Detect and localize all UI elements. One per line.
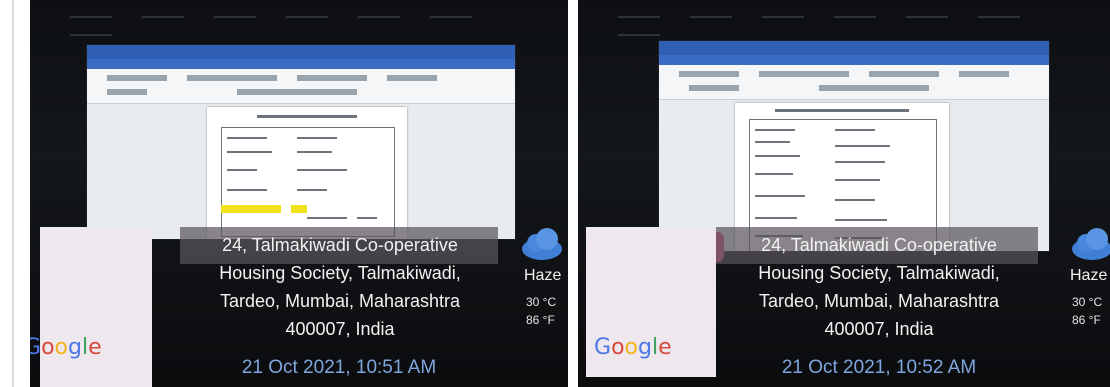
monitor-screen xyxy=(86,44,516,240)
timestamp: 21 Oct 2021, 10:51 AM xyxy=(241,357,437,378)
cloud-icon xyxy=(522,228,562,260)
monitor-bezel xyxy=(70,8,528,36)
geotagged-photo-right: Google 24, Talmakiwadi Co-operative Hous… xyxy=(578,0,1110,387)
timestamp: 21 Oct 2021, 10:52 AM xyxy=(781,357,977,378)
address-line: 24, Talmakiwadi Co-operative xyxy=(761,235,997,255)
address-line: 400007, India xyxy=(824,319,934,339)
address-line: Tardeo, Mumbai, Maharashtra xyxy=(758,291,1000,311)
temperature-celsius: 30 °C xyxy=(1072,295,1103,309)
address-line: 24, Talmakiwadi Co-operative xyxy=(222,235,458,255)
weather-condition: Haze xyxy=(1070,267,1108,284)
temperature-fahrenheit: 86 °F xyxy=(1072,313,1101,327)
address-text: 24, Talmakiwadi Co-operative Housing Soc… xyxy=(170,231,510,343)
monitor-bezel xyxy=(618,8,1070,36)
temperature-celsius: 30 °C xyxy=(526,295,557,309)
address-text: 24, Talmakiwadi Co-operative Housing Soc… xyxy=(714,231,1044,343)
map-thumbnail xyxy=(40,227,152,387)
word-ribbon-tabs xyxy=(87,59,515,69)
weather-condition: Haze xyxy=(524,267,562,284)
address-line: 400007, India xyxy=(285,319,395,339)
geotag-overlay: Google 24, Talmakiwadi Co-operative Hous… xyxy=(30,227,568,387)
cloud-icon xyxy=(1072,228,1110,260)
weather-temperature: 30 °C 86 °F xyxy=(1072,293,1102,329)
word-title-bar xyxy=(659,41,1049,55)
google-logo: Google xyxy=(594,335,672,360)
geotag-overlay: Google 24, Talmakiwadi Co-operative Hous… xyxy=(578,227,1110,387)
word-ribbon xyxy=(659,65,1049,100)
margin-line xyxy=(12,0,14,387)
monitor-screen xyxy=(658,40,1050,252)
document-page xyxy=(207,107,407,239)
address-line: Housing Society, Talmakiwadi, xyxy=(219,263,461,283)
word-ribbon xyxy=(87,69,515,104)
geotagged-photo-left: Google 24, Talmakiwadi Co-operative Hous… xyxy=(30,0,568,387)
address-line: Housing Society, Talmakiwadi, xyxy=(758,263,1000,283)
word-ribbon-tabs xyxy=(659,55,1049,65)
temperature-fahrenheit: 86 °F xyxy=(526,313,555,327)
word-title-bar xyxy=(87,45,515,59)
weather-temperature: 30 °C 86 °F xyxy=(526,293,556,329)
address-line: Tardeo, Mumbai, Maharashtra xyxy=(219,291,461,311)
google-logo: Google xyxy=(30,335,102,360)
